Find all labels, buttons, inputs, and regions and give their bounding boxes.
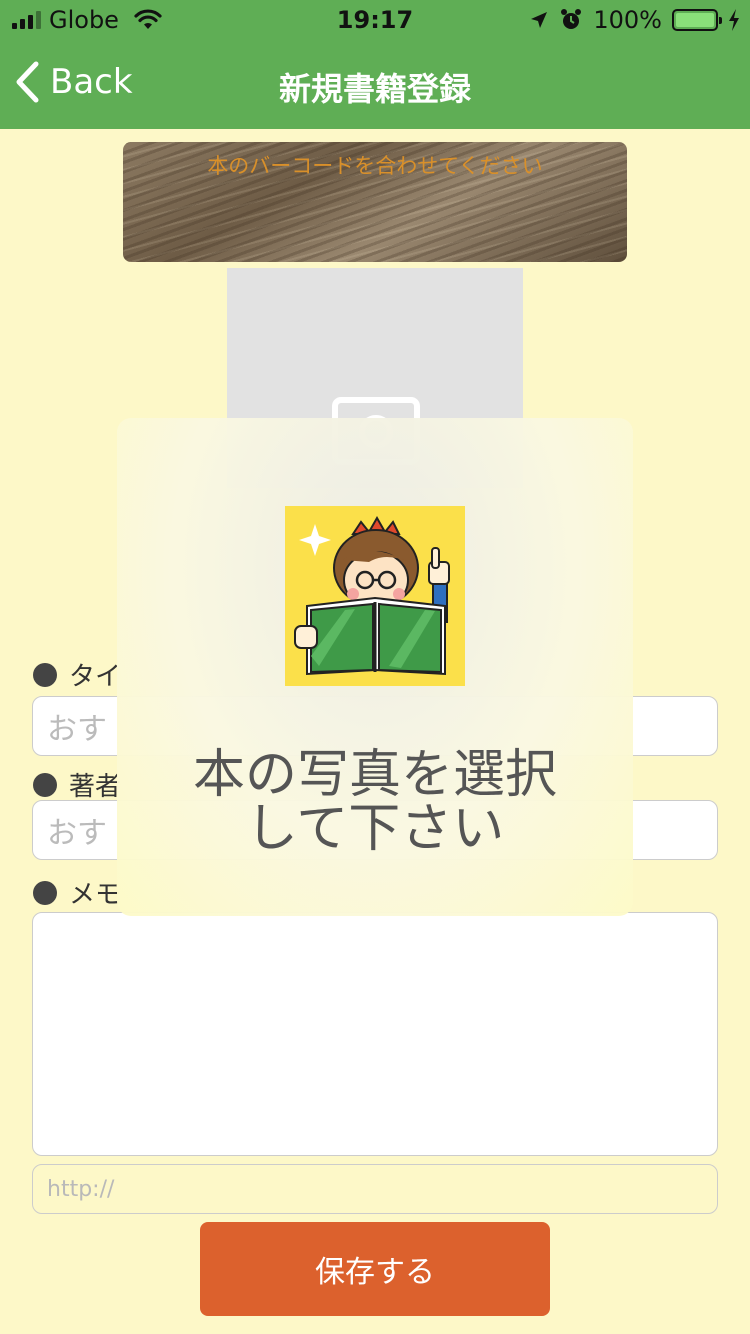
bullet-icon <box>33 662 57 687</box>
barcode-hint: 本のバーコードを合わせてください <box>207 154 543 178</box>
battery-fill <box>676 13 714 27</box>
barcode-camera-preview[interactable]: 本のバーコードを合わせてください <box>123 142 627 262</box>
location-arrow-icon <box>531 12 548 28</box>
author-label-text: 著者 <box>69 772 122 802</box>
url-input[interactable]: http:// <box>32 1164 718 1214</box>
battery-icon <box>672 9 722 31</box>
memo-label: メモ <box>33 874 121 911</box>
memo-textarea[interactable] <box>32 912 718 1156</box>
alarm-clock-icon <box>561 9 582 29</box>
hud-message-line1: 本の写真を選択 <box>192 745 557 805</box>
author-label: 著者 <box>33 766 121 803</box>
reading-character-icon <box>285 506 465 686</box>
author-placeholder: おす <box>47 816 107 851</box>
page-title: 新規書籍登録 <box>278 70 471 108</box>
navigation-bar: Back 新規書籍登録 <box>0 40 750 129</box>
title-label-text: タイ <box>69 662 122 692</box>
url-placeholder: http:// <box>47 1176 115 1202</box>
title-placeholder: おす <box>47 712 107 747</box>
battery-percent: 100% <box>593 6 662 34</box>
hud-message-line2: して下さい <box>245 799 505 859</box>
status-bar: Globe 19:17 100% <box>0 0 750 40</box>
charging-bolt-icon <box>729 9 739 31</box>
save-button[interactable]: 保存する <box>200 1222 550 1316</box>
memo-label-text: メモ <box>69 880 122 910</box>
bullet-icon <box>33 880 57 905</box>
title-label: タイ <box>33 656 121 693</box>
hud-message: 本の写真を選択 して下さい <box>117 748 633 856</box>
select-photo-hud: 本の写真を選択 して下さい <box>117 418 633 916</box>
status-right: 100% <box>529 6 740 34</box>
bullet-icon <box>33 772 57 797</box>
